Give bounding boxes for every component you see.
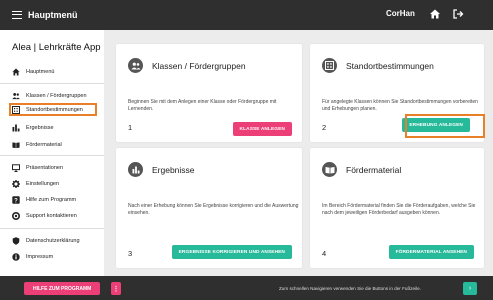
next-button[interactable]: › <box>463 282 477 295</box>
card-description: Im Bereich Fördermaterial finden Sie die… <box>322 203 476 216</box>
card-step-number: 1 <box>128 123 133 132</box>
sidebar-divider <box>0 83 104 84</box>
sidebar-item-foerdermaterial[interactable]: Fördermaterial <box>12 139 62 151</box>
foerdermaterial-ansehen-button[interactable]: FÖRDERMATERIAL ANSEHEN <box>388 245 474 259</box>
card-ergebnisse: Ergebnisse Nach einer Erhebung können Si… <box>116 148 302 268</box>
sidebar-item-label: Fördermaterial <box>26 142 62 148</box>
logout-icon[interactable] <box>452 8 464 20</box>
shield-icon <box>12 237 20 245</box>
card-step-number: 2 <box>322 123 327 132</box>
book-icon <box>12 141 20 149</box>
bar-chart-icon <box>128 162 143 177</box>
bottom-bar: HILFE ZUM PROGRAMM ⋮ Zum schnellen Navig… <box>0 276 493 300</box>
users-icon <box>12 92 20 100</box>
sidebar-item-ergebnisse[interactable]: Ergebnisse <box>12 122 54 134</box>
sidebar-item-label: Hilfe zum Programm <box>26 197 77 203</box>
sidebar-divider <box>0 228 104 229</box>
users-icon <box>128 58 143 73</box>
main-menu-label[interactable]: Hauptmenü <box>28 10 78 20</box>
button-highlight-frame <box>405 114 485 138</box>
sidebar-item-hilfe[interactable]: ? Hilfe zum Programm <box>12 194 76 206</box>
sidebar-item-datenschutz[interactable]: Datenschutzerklärung <box>12 235 80 247</box>
home-icon[interactable] <box>429 8 441 20</box>
hamburger-menu-icon[interactable] <box>12 11 22 19</box>
card-title: Standortbestimmungen <box>346 61 434 71</box>
help-button[interactable]: HILFE ZUM PROGRAMM <box>24 282 101 295</box>
main-content: Klassen / Fördergruppen Beginnen Sie mit… <box>104 30 493 276</box>
sidebar-item-klassen[interactable]: Klassen / Fördergruppen <box>12 90 87 102</box>
sidebar-highlight-frame <box>9 103 97 116</box>
info-icon <box>12 253 20 261</box>
top-bar: Hauptmenü CorHan <box>0 0 493 30</box>
home-icon <box>12 68 20 76</box>
sidebar-item-impressum[interactable]: Impressum <box>12 251 53 263</box>
footer-hint: Zum schnellen Navigieren verwenden Sie d… <box>279 286 421 291</box>
card-step-number: 4 <box>322 249 327 258</box>
sidebar-item-label: Ergebnisse <box>26 125 54 131</box>
sidebar-item-label: Datenschutzerklärung <box>26 238 80 244</box>
more-options-button[interactable]: ⋮ <box>111 282 121 295</box>
sidebar-item-label: Hauptmenü <box>26 69 55 75</box>
svg-text:?: ? <box>14 198 18 204</box>
sidebar-divider <box>0 155 104 156</box>
help-icon: ? <box>12 196 20 204</box>
gear-icon <box>12 180 20 188</box>
sidebar-item-label: Support kontaktieren <box>26 213 77 219</box>
klasse-anlegen-button[interactable]: KLASSE ANLEGEN <box>232 122 292 136</box>
monitor-icon <box>12 164 20 172</box>
sidebar-item-label: Präsentationen <box>26 165 63 171</box>
card-foerdermaterial: Fördermaterial Im Bereich Fördermaterial… <box>310 148 484 268</box>
card-title: Fördermaterial <box>346 165 402 175</box>
sidebar-item-label: Einstellungen <box>26 181 60 187</box>
ergebnisse-korrigieren-button[interactable]: ERGEBNISSE KORRIGIEREN UND ANSEHEN <box>171 245 292 259</box>
app-title: Alea | Lehrkräfte App <box>12 42 101 53</box>
sidebar-item-praesentationen[interactable]: Präsentationen <box>12 162 63 174</box>
book-icon <box>322 162 337 177</box>
sidebar-item-label: Impressum <box>26 254 54 260</box>
sidebar-item-einstellungen[interactable]: Einstellungen <box>12 178 59 190</box>
card-step-number: 3 <box>128 249 133 258</box>
card-title: Klassen / Fördergruppen <box>152 61 246 71</box>
card-title: Ergebnisse <box>152 165 195 175</box>
card-description: Für angelegte Klassen können Sie Standor… <box>322 99 478 112</box>
username[interactable]: CorHan <box>386 9 415 18</box>
card-description: Nach einer Erhebung können Sie Ergebniss… <box>128 203 299 216</box>
bar-chart-icon <box>12 124 20 132</box>
sidebar-item-hauptmenue[interactable]: Hauptmenü <box>12 66 54 78</box>
sidebar: Alea | Lehrkräfte App Hauptmenü Klassen … <box>0 30 104 276</box>
main-menu-button[interactable]: Hauptmenü <box>12 8 78 22</box>
card-klassen: Klassen / Fördergruppen Beginnen Sie mit… <box>116 44 302 142</box>
card-description: Beginnen Sie mit dem Anlegen einer Klass… <box>128 99 277 112</box>
assessment-icon <box>322 58 337 73</box>
sidebar-item-support[interactable]: Support kontaktieren <box>12 210 77 222</box>
support-icon <box>12 212 20 220</box>
sidebar-item-label: Klassen / Fördergruppen <box>26 93 87 99</box>
